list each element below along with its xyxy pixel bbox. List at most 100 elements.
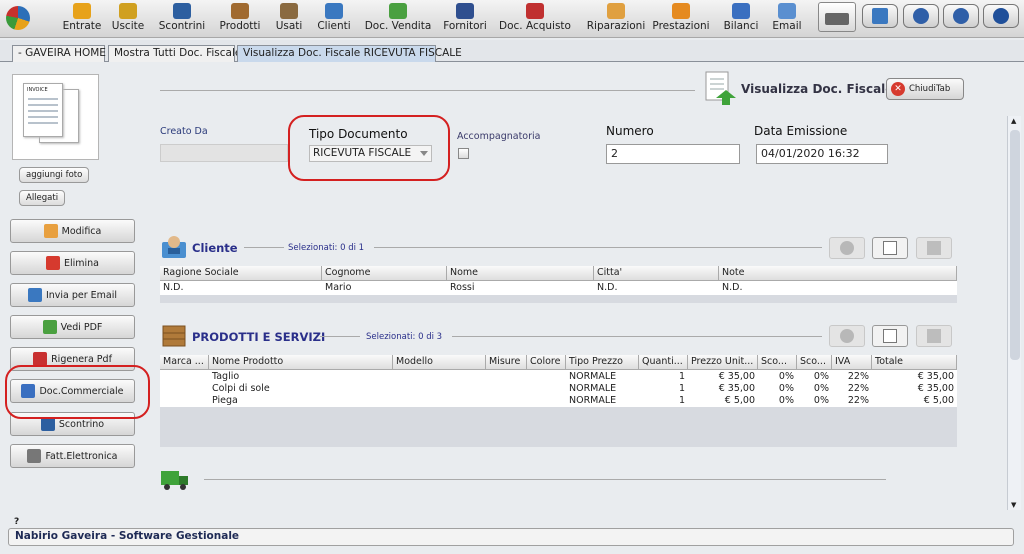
table-cell	[527, 383, 566, 395]
client-add-button[interactable]	[829, 237, 865, 259]
minimize-button[interactable]	[943, 4, 979, 28]
column-header[interactable]: Marca ...	[160, 355, 209, 370]
toolbar-item-icon	[732, 3, 750, 19]
column-header[interactable]: Modello	[393, 355, 486, 370]
toolbar-prestazioni-button[interactable]: Prestazioni	[651, 1, 711, 37]
tab-view-fiscal-doc[interactable]: Visualizza Doc. Fiscale RICEVUTA FISCALE	[237, 45, 462, 62]
date-field[interactable]: 04/01/2020 16:32	[756, 144, 888, 164]
close-tab-button[interactable]: ✕ ChiudiTab	[886, 78, 964, 100]
toolbar-item-icon	[119, 3, 137, 19]
table-cell: 0%	[813, 395, 829, 406]
side-button-fatt-elettronica[interactable]: Fatt.Elettronica	[10, 444, 135, 468]
column-header[interactable]: Citta'	[594, 266, 719, 281]
toolbar-item-icon	[778, 3, 796, 19]
help-mark: ?	[14, 517, 20, 527]
table-cell: € 35,00	[917, 371, 954, 382]
table-cell: Mario	[325, 282, 352, 293]
toolbar-uscite-button[interactable]: Uscite	[110, 1, 146, 37]
products-delete-button[interactable]	[916, 325, 952, 347]
toolbar-email-button[interactable]: Email	[769, 1, 805, 37]
toolbar-prodotti-button[interactable]: Prodotti	[215, 1, 265, 37]
toolbar-item-label: Doc. Vendita	[364, 20, 432, 32]
side-button-label: Invia per Email	[45, 289, 118, 301]
table-row[interactable]: Colpi di sole NORMALE 1 € 35,00 0% 0% 22% € 35,…	[160, 383, 957, 395]
table-cell: Rossi	[450, 282, 475, 293]
column-header[interactable]: IVA	[832, 355, 872, 370]
table-cell	[393, 395, 486, 407]
client-icon	[162, 236, 186, 258]
cash-register-button[interactable]	[818, 2, 856, 32]
toolbar-doc-vendita-button[interactable]: Doc. Vendita	[361, 1, 435, 37]
toolbar-clienti-button[interactable]: Clienti	[313, 1, 355, 37]
side-button-elimina[interactable]: Elimina	[10, 251, 135, 275]
number-label: Numero	[606, 124, 654, 138]
column-header[interactable]: Ragione Sociale	[160, 266, 322, 281]
column-header[interactable]: Misure	[486, 355, 527, 370]
table-cell: 1	[678, 371, 685, 382]
tab-home[interactable]: - GAVEIRA HOME -	[12, 45, 113, 62]
toolbar-scontrini-button[interactable]: Scontrini	[156, 1, 208, 37]
settings-button[interactable]	[903, 4, 939, 28]
client-view-button[interactable]	[872, 237, 908, 259]
delete-icon	[927, 329, 941, 343]
table-cell: 0%	[778, 371, 794, 382]
column-header[interactable]: Totale	[872, 355, 957, 370]
table-row[interactable]: Piega NORMALE 1 € 5,00 0% 0% 22% € 5,00	[160, 395, 957, 407]
column-header[interactable]: Sco...	[797, 355, 832, 370]
column-header[interactable]: Nome Prodotto	[209, 355, 393, 370]
add-photo-button[interactable]: aggiungi foto	[19, 167, 90, 183]
table-cell	[486, 383, 527, 395]
column-header[interactable]: Prezzo Unit...	[688, 355, 758, 370]
delivery-divider	[204, 479, 886, 480]
side-button-modifica[interactable]: Modifica	[10, 219, 135, 243]
toolbar-item-icon	[526, 3, 544, 19]
column-header[interactable]: Nome	[447, 266, 594, 281]
view-icon	[883, 241, 897, 255]
attachments-button[interactable]: Allegati	[19, 190, 66, 206]
side-button-label: Modifica	[61, 225, 102, 237]
accompanying-checkbox[interactable]	[458, 148, 469, 159]
side-button-vedi-pdf[interactable]: Vedi PDF	[10, 315, 135, 339]
column-header[interactable]: Colore	[527, 355, 566, 370]
created-by-field[interactable]	[160, 144, 288, 162]
status-text: Nabirio Gaveira - Software Gestionale	[15, 530, 240, 542]
scrollbar-thumb[interactable]	[1010, 130, 1020, 360]
client-delete-button[interactable]	[916, 237, 952, 259]
toolbar-doc-acquisto-button[interactable]: Doc. Acquisto	[497, 1, 573, 37]
side-button-label: Rigenera Pdf	[51, 353, 112, 365]
toolbar-usati-button[interactable]: Usati	[271, 1, 307, 37]
table-cell: NORMALE	[569, 371, 617, 382]
column-header[interactable]: Sco...	[758, 355, 797, 370]
products-add-button[interactable]	[829, 325, 865, 347]
scroll-up-icon[interactable]: ▲	[1011, 117, 1016, 125]
toolbar-item-icon	[280, 3, 298, 19]
toolbar-item-icon	[607, 3, 625, 19]
table-row[interactable]: N.D. Mario Rossi N.D. N.D.	[160, 282, 957, 294]
table-cell	[486, 395, 527, 407]
column-header[interactable]: Quanti...	[639, 355, 688, 370]
side-button-invia-per-email[interactable]: Invia per Email	[10, 283, 135, 307]
column-header[interactable]: Tipo Prezzo	[566, 355, 639, 370]
table-cell: 0%	[813, 371, 829, 382]
table-cell: Colpi di sole	[212, 383, 270, 394]
power-button[interactable]	[983, 4, 1019, 28]
toolbar-item-label: Doc. Acquisto	[499, 20, 571, 32]
scroll-down-icon[interactable]: ▼	[1011, 501, 1016, 509]
number-field[interactable]: 2	[606, 144, 740, 164]
side-button-label: Fatt.Elettronica	[45, 450, 118, 462]
table-cell: 22%	[847, 383, 869, 394]
toolbar-bilanci-button[interactable]: Bilanci	[719, 1, 763, 37]
vertical-scrollbar[interactable]: ▲ ▼	[1007, 116, 1021, 510]
column-header[interactable]: Note	[719, 266, 957, 281]
column-header[interactable]: Cognome	[322, 266, 447, 281]
toolbar-riparazioni-button[interactable]: Riparazioni	[582, 1, 650, 37]
tab-all-fiscal-docs[interactable]: Mostra Tutti Doc. Fiscale	[108, 45, 241, 62]
keyboard-button[interactable]	[862, 4, 898, 28]
toolbar-fornitori-button[interactable]: Fornitori	[439, 1, 491, 37]
products-view-button[interactable]	[872, 325, 908, 347]
toolbar-entrate-button[interactable]: Entrate	[62, 1, 102, 37]
table-row[interactable]: Taglio NORMALE 1 € 35,00 0% 0% 22% € 35,00	[160, 371, 957, 383]
app-window: Entrate Uscite Scontrini Prodotti Usati Clien…	[0, 0, 1024, 554]
toolbar-item-icon	[73, 3, 91, 19]
toolbar-item-label: Entrate	[62, 20, 102, 32]
